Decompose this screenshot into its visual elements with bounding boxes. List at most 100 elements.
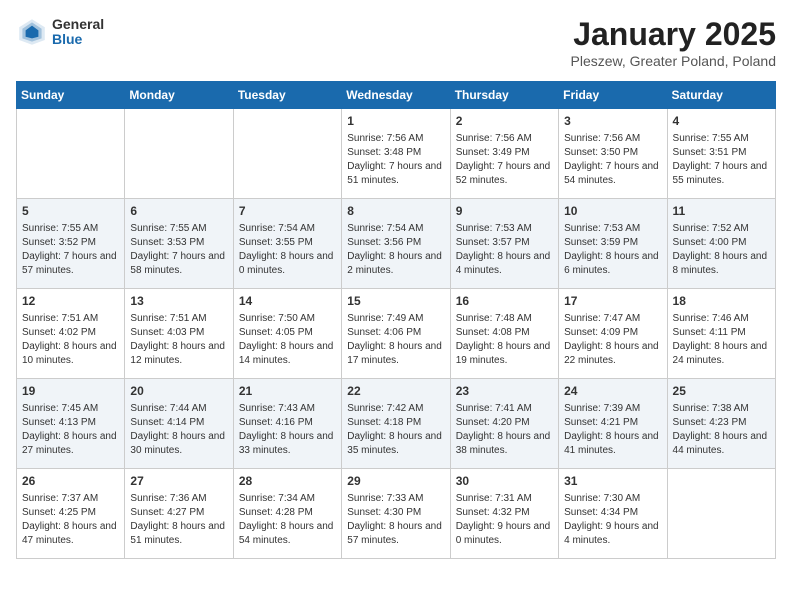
calendar-day: 29 Sunrise: 7:33 AM Sunset: 4:30 PM Dayl…	[342, 469, 450, 559]
day-daylight: Daylight: 7 hours and 52 minutes.	[456, 161, 551, 186]
day-number: 16	[456, 293, 553, 310]
calendar-day: 11 Sunrise: 7:52 AM Sunset: 4:00 PM Dayl…	[667, 199, 775, 289]
day-sunset: Sunset: 4:08 PM	[456, 327, 530, 338]
day-daylight: Daylight: 8 hours and 6 minutes.	[564, 251, 659, 276]
day-daylight: Daylight: 8 hours and 41 minutes.	[564, 431, 659, 456]
calendar-day: 14 Sunrise: 7:50 AM Sunset: 4:05 PM Dayl…	[233, 289, 341, 379]
day-sunrise: Sunrise: 7:44 AM	[130, 403, 206, 414]
calendar-day: 22 Sunrise: 7:42 AM Sunset: 4:18 PM Dayl…	[342, 379, 450, 469]
day-number: 17	[564, 293, 661, 310]
day-daylight: Daylight: 7 hours and 57 minutes.	[22, 251, 117, 276]
calendar-day: 17 Sunrise: 7:47 AM Sunset: 4:09 PM Dayl…	[559, 289, 667, 379]
day-sunset: Sunset: 4:21 PM	[564, 417, 638, 428]
calendar-day: 18 Sunrise: 7:46 AM Sunset: 4:11 PM Dayl…	[667, 289, 775, 379]
logo-blue-text: Blue	[52, 32, 104, 47]
day-sunrise: Sunrise: 7:41 AM	[456, 403, 532, 414]
day-daylight: Daylight: 8 hours and 51 minutes.	[130, 521, 225, 546]
calendar-day	[667, 469, 775, 559]
day-sunrise: Sunrise: 7:46 AM	[673, 313, 749, 324]
calendar-week-4: 19 Sunrise: 7:45 AM Sunset: 4:13 PM Dayl…	[17, 379, 776, 469]
day-number: 12	[22, 293, 119, 310]
day-sunset: Sunset: 4:34 PM	[564, 507, 638, 518]
day-sunrise: Sunrise: 7:33 AM	[347, 493, 423, 504]
day-daylight: Daylight: 8 hours and 17 minutes.	[347, 341, 442, 366]
header-thursday: Thursday	[450, 82, 558, 109]
day-sunrise: Sunrise: 7:31 AM	[456, 493, 532, 504]
calendar-table: Sunday Monday Tuesday Wednesday Thursday…	[16, 81, 776, 559]
calendar-day: 7 Sunrise: 7:54 AM Sunset: 3:55 PM Dayli…	[233, 199, 341, 289]
day-sunset: Sunset: 4:28 PM	[239, 507, 313, 518]
day-sunset: Sunset: 4:16 PM	[239, 417, 313, 428]
day-sunset: Sunset: 4:05 PM	[239, 327, 313, 338]
day-number: 23	[456, 383, 553, 400]
day-daylight: Daylight: 8 hours and 33 minutes.	[239, 431, 334, 456]
day-daylight: Daylight: 8 hours and 10 minutes.	[22, 341, 117, 366]
day-daylight: Daylight: 8 hours and 44 minutes.	[673, 431, 768, 456]
day-sunset: Sunset: 4:02 PM	[22, 327, 96, 338]
day-number: 22	[347, 383, 444, 400]
day-number: 5	[22, 203, 119, 220]
day-sunrise: Sunrise: 7:56 AM	[347, 133, 423, 144]
day-daylight: Daylight: 8 hours and 38 minutes.	[456, 431, 551, 456]
header-row: Sunday Monday Tuesday Wednesday Thursday…	[17, 82, 776, 109]
day-number: 29	[347, 473, 444, 490]
day-daylight: Daylight: 9 hours and 0 minutes.	[456, 521, 551, 546]
day-number: 13	[130, 293, 227, 310]
day-number: 8	[347, 203, 444, 220]
day-number: 9	[456, 203, 553, 220]
day-sunrise: Sunrise: 7:37 AM	[22, 493, 98, 504]
day-daylight: Daylight: 8 hours and 8 minutes.	[673, 251, 768, 276]
day-number: 15	[347, 293, 444, 310]
calendar-day: 3 Sunrise: 7:56 AM Sunset: 3:50 PM Dayli…	[559, 109, 667, 199]
calendar-day: 1 Sunrise: 7:56 AM Sunset: 3:48 PM Dayli…	[342, 109, 450, 199]
calendar-day: 26 Sunrise: 7:37 AM Sunset: 4:25 PM Dayl…	[17, 469, 125, 559]
day-sunrise: Sunrise: 7:49 AM	[347, 313, 423, 324]
day-sunset: Sunset: 4:03 PM	[130, 327, 204, 338]
day-daylight: Daylight: 8 hours and 19 minutes.	[456, 341, 551, 366]
day-daylight: Daylight: 8 hours and 14 minutes.	[239, 341, 334, 366]
day-daylight: Daylight: 8 hours and 22 minutes.	[564, 341, 659, 366]
day-sunrise: Sunrise: 7:54 AM	[347, 223, 423, 234]
day-number: 27	[130, 473, 227, 490]
day-number: 2	[456, 113, 553, 130]
calendar-day: 5 Sunrise: 7:55 AM Sunset: 3:52 PM Dayli…	[17, 199, 125, 289]
day-daylight: Daylight: 8 hours and 47 minutes.	[22, 521, 117, 546]
day-sunrise: Sunrise: 7:45 AM	[22, 403, 98, 414]
calendar-day: 9 Sunrise: 7:53 AM Sunset: 3:57 PM Dayli…	[450, 199, 558, 289]
calendar-week-2: 5 Sunrise: 7:55 AM Sunset: 3:52 PM Dayli…	[17, 199, 776, 289]
day-daylight: Daylight: 8 hours and 30 minutes.	[130, 431, 225, 456]
calendar-body: 1 Sunrise: 7:56 AM Sunset: 3:48 PM Dayli…	[17, 109, 776, 559]
day-daylight: Daylight: 7 hours and 51 minutes.	[347, 161, 442, 186]
day-daylight: Daylight: 8 hours and 27 minutes.	[22, 431, 117, 456]
day-sunset: Sunset: 4:09 PM	[564, 327, 638, 338]
calendar-subtitle: Pleszew, Greater Poland, Poland	[571, 53, 776, 69]
header-wednesday: Wednesday	[342, 82, 450, 109]
day-number: 19	[22, 383, 119, 400]
header-tuesday: Tuesday	[233, 82, 341, 109]
day-sunrise: Sunrise: 7:50 AM	[239, 313, 315, 324]
day-sunrise: Sunrise: 7:39 AM	[564, 403, 640, 414]
day-daylight: Daylight: 8 hours and 57 minutes.	[347, 521, 442, 546]
calendar-day: 19 Sunrise: 7:45 AM Sunset: 4:13 PM Dayl…	[17, 379, 125, 469]
calendar-day: 8 Sunrise: 7:54 AM Sunset: 3:56 PM Dayli…	[342, 199, 450, 289]
day-sunrise: Sunrise: 7:38 AM	[673, 403, 749, 414]
calendar-day: 31 Sunrise: 7:30 AM Sunset: 4:34 PM Dayl…	[559, 469, 667, 559]
calendar-header: Sunday Monday Tuesday Wednesday Thursday…	[17, 82, 776, 109]
calendar-day: 24 Sunrise: 7:39 AM Sunset: 4:21 PM Dayl…	[559, 379, 667, 469]
header-saturday: Saturday	[667, 82, 775, 109]
logo-icon	[16, 16, 48, 48]
day-number: 18	[673, 293, 770, 310]
calendar-day	[125, 109, 233, 199]
calendar-day: 25 Sunrise: 7:38 AM Sunset: 4:23 PM Dayl…	[667, 379, 775, 469]
day-sunset: Sunset: 4:32 PM	[456, 507, 530, 518]
calendar-day: 27 Sunrise: 7:36 AM Sunset: 4:27 PM Dayl…	[125, 469, 233, 559]
day-sunset: Sunset: 3:48 PM	[347, 147, 421, 158]
title-block: January 2025 Pleszew, Greater Poland, Po…	[571, 16, 776, 69]
day-daylight: Daylight: 7 hours and 58 minutes.	[130, 251, 225, 276]
day-sunrise: Sunrise: 7:56 AM	[456, 133, 532, 144]
calendar-day: 2 Sunrise: 7:56 AM Sunset: 3:49 PM Dayli…	[450, 109, 558, 199]
day-sunset: Sunset: 3:56 PM	[347, 237, 421, 248]
day-number: 3	[564, 113, 661, 130]
day-number: 28	[239, 473, 336, 490]
day-sunset: Sunset: 3:59 PM	[564, 237, 638, 248]
